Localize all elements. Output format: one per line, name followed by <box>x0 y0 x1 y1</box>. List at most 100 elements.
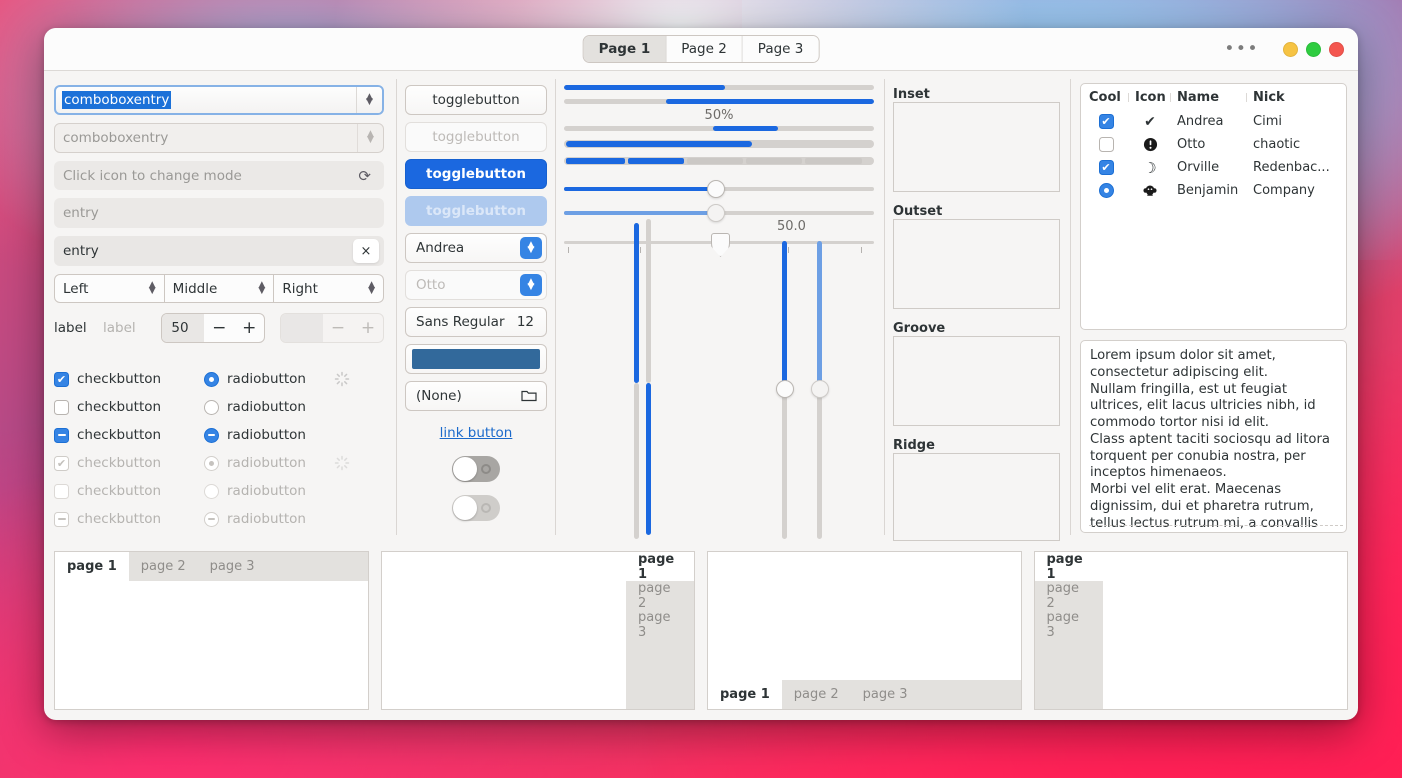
notebook-left-tabbar[interactable]: page 1 page 2 page 3 <box>1034 552 1103 709</box>
column-header-icon[interactable]: Icon <box>1128 90 1171 105</box>
notebook-left-tab-1[interactable]: page 1 <box>1034 552 1103 582</box>
notebook-right-tabbar[interactable]: page 1 page 2 page 3 <box>626 552 694 709</box>
row-nick: Cimi <box>1253 114 1282 129</box>
row-name: Orville <box>1177 160 1220 175</box>
stack-switcher[interactable]: Page 1 Page 2 Page 3 <box>582 35 820 63</box>
checkbox-mixed-icon[interactable] <box>54 427 69 443</box>
maximize-button[interactable] <box>1306 42 1321 57</box>
notebook-top-tab-1[interactable]: page 1 <box>55 552 129 581</box>
notebook-bottom-tab-2[interactable]: page 2 <box>782 680 851 709</box>
notebook-top-tab-2[interactable]: page 2 <box>129 552 198 581</box>
vertical-progressbar-2-fill <box>646 383 651 535</box>
table-row[interactable]: Benjamin Company <box>1081 179 1346 202</box>
label-enabled: label <box>54 320 87 336</box>
radiobutton-row[interactable]: radiobutton <box>204 365 334 393</box>
textview[interactable]: Lorem ipsum dolor sit amet, consectetur … <box>1080 340 1347 533</box>
column-header-cool[interactable]: Cool <box>1083 90 1129 105</box>
notebook-bottom-page <box>708 552 1021 680</box>
stack-tab-page-3[interactable]: Page 3 <box>742 36 819 62</box>
name-selector-button[interactable]: Andrea ▲ ▼ <box>405 233 547 263</box>
column-header-name[interactable]: Name <box>1170 90 1247 105</box>
table-row[interactable]: ✔ ✔ Andrea Cimi <box>1081 110 1346 133</box>
color-button[interactable] <box>405 344 547 374</box>
checkbutton-row[interactable]: checkbutton <box>54 421 204 449</box>
menu-icon[interactable]: ••• <box>1224 41 1259 58</box>
togglebutton-active[interactable]: togglebutton <box>405 159 547 189</box>
checkbutton-row[interactable]: checkbutton <box>54 393 204 421</box>
notebook-bottom-tabbar[interactable]: page 1 page 2 page 3 <box>708 680 1021 709</box>
column-header-nick[interactable]: Nick <box>1246 90 1344 105</box>
checkbox-unchecked-icon[interactable] <box>54 399 69 415</box>
stack-tab-page-2[interactable]: Page 2 <box>666 36 743 62</box>
checkbutton-row[interactable]: ✔ checkbutton <box>54 365 204 393</box>
combo-middle-label: Middle <box>172 280 218 297</box>
comboboxentry-text[interactable]: comboboxentry <box>56 90 356 109</box>
switch-toggle[interactable] <box>452 456 500 482</box>
row-radio-checked-icon[interactable] <box>1098 183 1114 198</box>
file-chooser-button[interactable]: (None) <box>405 381 547 411</box>
label-disabled: label <box>103 320 136 336</box>
switch-knob[interactable] <box>453 457 477 481</box>
stack-tab-page-1[interactable]: Page 1 <box>583 36 667 62</box>
application-window: Page 1 Page 2 Page 3 ••• comboboxentry ▲… <box>44 28 1358 720</box>
table-row[interactable]: Otto chaotic <box>1081 133 1346 156</box>
icon-mode-entry[interactable]: Click icon to change mode ⟳ <box>54 160 384 191</box>
checkbutton-column: ✔ checkbutton checkbutton checkbutton ✔ … <box>54 365 204 533</box>
radiobutton-label: radiobutton <box>227 427 306 443</box>
comboboxentry-dropdown-icon[interactable]: ▲ ▼ <box>356 87 382 113</box>
link-button[interactable]: link button <box>405 425 547 441</box>
font-button[interactable]: Sans Regular 12 <box>405 307 547 337</box>
spinbutton-increment[interactable]: + <box>234 314 264 342</box>
close-icon[interactable]: × <box>353 239 379 264</box>
notebook-right-tab-1[interactable]: page 1 <box>626 552 694 582</box>
notebook-left-tab-3[interactable]: page 3 <box>1035 610 1103 640</box>
levelbar-segment <box>687 158 743 164</box>
notebook-top-tabbar[interactable]: page 1 page 2 page 3 <box>55 552 368 581</box>
notebook-bottom-tab-1[interactable]: page 1 <box>708 680 782 709</box>
notebook-right-tab-2[interactable]: page 2 <box>626 581 694 611</box>
progressbar-2 <box>564 99 874 104</box>
scale-fill <box>564 211 716 215</box>
progressbar-3-fill <box>712 126 778 131</box>
vertical-scale-1-knob[interactable] <box>776 380 794 398</box>
radio-checked-icon[interactable] <box>204 371 219 387</box>
notebook-right-tab-3[interactable]: page 3 <box>626 610 694 640</box>
spinbutton-decrement[interactable]: − <box>204 314 234 342</box>
frame-ridge-box <box>893 453 1060 541</box>
spinbutton-value[interactable]: 50 <box>162 314 205 342</box>
notebook-top-tab-3[interactable]: page 3 <box>198 552 267 581</box>
radio-mixed-icon[interactable] <box>204 427 219 443</box>
radiobutton-row-disabled: radiobutton <box>204 505 334 533</box>
row-checkbox-checked-icon[interactable]: ✔ <box>1098 160 1114 175</box>
row-checkbox-unchecked-icon[interactable] <box>1098 137 1114 152</box>
frame-inset-box <box>893 102 1060 192</box>
togglebutton-normal[interactable]: togglebutton <box>405 85 547 115</box>
comboboxentry-active[interactable]: comboboxentry ▲ ▼ <box>54 85 384 115</box>
checkbox-checked-icon[interactable]: ✔ <box>54 371 69 387</box>
scale-horizontal-1[interactable] <box>564 179 874 199</box>
table-row[interactable]: ✔ ☽ Orville Redenbac... <box>1081 156 1346 179</box>
check-circle-icon: ✔ <box>1144 113 1156 130</box>
row-checkbox-checked-icon[interactable]: ✔ <box>1098 114 1114 129</box>
scale-knob[interactable] <box>706 180 725 198</box>
notebook-bottom-tab-3[interactable]: page 3 <box>851 680 920 709</box>
radiobutton-row[interactable]: radiobutton <box>204 421 334 449</box>
plain-entry[interactable]: entry <box>54 198 384 229</box>
notebook-left-tab-2[interactable]: page 2 <box>1035 581 1103 611</box>
combo-left[interactable]: Left ▲ ▼ <box>54 274 165 303</box>
clearable-entry[interactable]: entry × <box>54 236 384 266</box>
refresh-icon[interactable]: ⟳ <box>354 167 375 185</box>
combo-middle[interactable]: Middle ▲ ▼ <box>164 274 275 303</box>
combo-right[interactable]: Right ▲ ▼ <box>274 274 385 303</box>
treeview[interactable]: Cool Icon Name Nick ✔ ✔ Andrea Cimi Otto… <box>1080 83 1347 330</box>
spinbutton[interactable]: 50 − + <box>161 313 266 343</box>
minimize-button[interactable] <box>1283 42 1298 57</box>
widgets-top-row: comboboxentry ▲ ▼ comboboxentry ▲ ▼ Click … <box>44 71 1358 543</box>
font-button-family: Sans Regular <box>416 314 505 330</box>
radio-unchecked-icon[interactable] <box>204 399 219 415</box>
close-button[interactable] <box>1329 42 1344 57</box>
frame-groove: Groove <box>893 317 1060 426</box>
comboboxentry-disabled: comboboxentry ▲ ▼ <box>54 122 384 153</box>
radiobutton-row[interactable]: radiobutton <box>204 393 334 421</box>
buttons-pane: togglebutton togglebutton togglebutton t… <box>397 71 555 543</box>
